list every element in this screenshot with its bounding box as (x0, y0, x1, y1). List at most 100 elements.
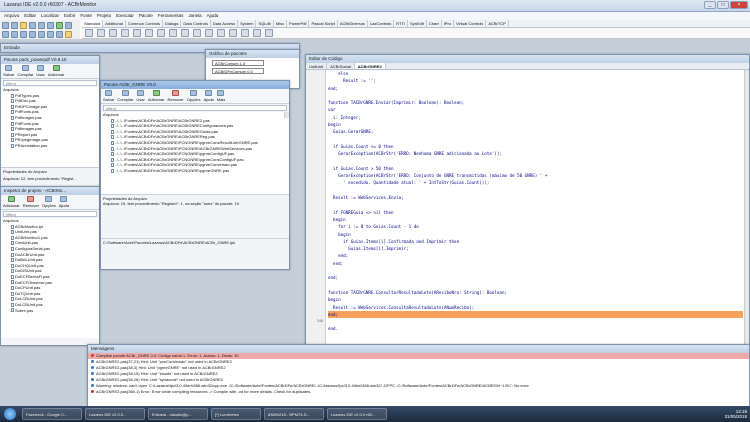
code-line[interactable]: Result := ''; (328, 77, 743, 84)
code-line[interactable]: end; (328, 252, 743, 259)
menu-ajuda[interactable]: Ajuda (207, 12, 219, 20)
code-line[interactable] (328, 92, 743, 99)
code-line[interactable]: GerarException(ACBrStr('ERRO: Conjunto d… (328, 172, 743, 179)
use-button[interactable]: Usar (36, 65, 45, 77)
palette-tab[interactable]: IPro (442, 20, 455, 27)
taskbar-item[interactable]: Lazarus IDE v2.0.0... (85, 408, 145, 420)
code-line[interactable]: if FGNREGuia <> nil then (328, 209, 743, 216)
code-lines[interactable]: else Result := ''; end; function TACBrGNRE… (328, 70, 743, 361)
palette-tab[interactable]: Virtual Controls (454, 20, 487, 27)
code-line[interactable]: if Guias.Count <= 0 then (328, 143, 743, 150)
component-icon[interactable] (157, 29, 165, 37)
menu-fonte[interactable]: Fonte (80, 12, 92, 20)
save-all-icon[interactable] (38, 22, 45, 29)
code-line[interactable]: Result := WebServices.Envia; (328, 194, 743, 201)
palette-tab[interactable]: Data Controls (181, 20, 211, 27)
code-line[interactable] (328, 187, 743, 194)
compile-button[interactable]: Compilar (117, 90, 133, 102)
code-line[interactable]: ' excedido. Quantidade atual: ' + IntToS… (328, 179, 743, 186)
tree-scrollbar[interactable] (284, 112, 289, 118)
close-icon[interactable]: × (730, 1, 748, 9)
code-line[interactable] (328, 318, 743, 325)
palette-tab[interactable]: SynEdit (408, 20, 427, 27)
help-button[interactable]: Ajuda (59, 196, 69, 208)
palette-tab[interactable]: SQLdb (256, 20, 274, 27)
palette-tab[interactable]: ACBrTCP (486, 20, 509, 27)
run-icon[interactable] (56, 22, 63, 29)
new-unit-icon[interactable] (2, 22, 9, 29)
code-line[interactable]: end; (328, 274, 743, 281)
palette-tab[interactable]: ACBrDiversos (338, 20, 368, 27)
palette-tab[interactable]: PowerPdf (287, 20, 310, 27)
step-out-icon[interactable] (29, 31, 36, 38)
project-icon[interactable] (65, 31, 72, 38)
view-units-icon[interactable] (38, 31, 45, 38)
code-line[interactable]: if Guias.Items[i].Confirmada and Imprimi… (328, 238, 743, 245)
remove-button[interactable]: Remover (23, 196, 39, 208)
code-line[interactable]: if Guias.Count > 50 then (328, 165, 743, 172)
component-icon[interactable] (145, 29, 153, 37)
minimize-icon[interactable]: _ (704, 1, 716, 9)
tab-acbrgnre2[interactable]: ACBrGNRE2 (354, 63, 386, 69)
graph-node[interactable]: ACBrComum 1.0 (212, 60, 264, 66)
system-clock[interactable]: 13:19 31/05/2019 (724, 409, 747, 419)
options-button[interactable]: Opções (42, 196, 56, 208)
palette-tab[interactable]: Standard (82, 20, 104, 27)
menu-projeto[interactable]: Projeto (97, 12, 111, 20)
help-button[interactable]: Ajuda (204, 90, 214, 102)
taskbar-item[interactable]: Facebook - Google C... (22, 408, 82, 420)
start-button-icon[interactable] (4, 408, 16, 420)
tree-file[interactable]: Sobre.pas (3, 308, 99, 314)
new-form-icon[interactable] (11, 22, 18, 29)
use-button[interactable]: Usar (136, 90, 145, 102)
code-line[interactable]: var (328, 106, 743, 113)
taskbar-item[interactable]: 83894218 - BPM75-D... (264, 408, 324, 420)
pointer-icon[interactable] (85, 29, 93, 37)
palette-tab[interactable]: Common Controls (126, 20, 164, 27)
view-forms-icon[interactable] (47, 31, 54, 38)
code-line[interactable]: i: Integer; (328, 114, 743, 121)
menu-exibir[interactable]: Exibir (64, 12, 75, 20)
component-icon[interactable] (253, 29, 261, 37)
more-button[interactable]: Mais (217, 90, 225, 102)
save-button[interactable]: Salvar (103, 90, 114, 102)
code-line[interactable] (328, 136, 743, 143)
component-icon[interactable] (169, 29, 177, 37)
add-button[interactable]: Adicionar (48, 65, 65, 77)
code-line[interactable]: begin (328, 216, 743, 223)
code-line[interactable] (328, 267, 743, 274)
filter-input[interactable]: (filtro) (3, 211, 97, 217)
remove-button[interactable]: Remover (168, 90, 184, 102)
palette-tab[interactable]: Chart (427, 20, 442, 27)
component-icon[interactable] (121, 29, 129, 37)
code-line[interactable]: else (328, 70, 743, 77)
taskbar-item[interactable]: [*] Lombretes (211, 408, 261, 420)
tab-unitunit[interactable]: UnitUnit (306, 63, 328, 69)
palette-tab[interactable]: Data Access (211, 20, 239, 27)
code-line[interactable]: for i := 0 to Guias.Count - 1 do (328, 223, 743, 230)
tab-acbrsocial[interactable]: ACBrSocial (327, 63, 355, 69)
add-button[interactable]: Adicionar (3, 196, 20, 208)
code-line[interactable]: GerarException(ACBrStr('ERRO: Nenhuma GN… (328, 150, 743, 157)
code-line[interactable] (328, 158, 743, 165)
component-icon[interactable] (133, 29, 141, 37)
component-icon[interactable] (229, 29, 237, 37)
options-button[interactable]: Opções (187, 90, 201, 102)
code-line[interactable] (328, 201, 743, 208)
component-icon[interactable] (109, 29, 117, 37)
menu-editar[interactable]: Editar (24, 12, 36, 20)
palette-tab[interactable]: Dialogs (163, 20, 182, 27)
palette-tab[interactable]: RTTI (394, 20, 409, 27)
save-button[interactable]: Salvar (3, 65, 14, 77)
code-line[interactable]: begin (328, 121, 743, 128)
palette-tab[interactable]: Pascal Script (309, 20, 338, 27)
code-line[interactable]: begin (328, 296, 743, 303)
code-line[interactable]: end; (328, 260, 743, 267)
palette-tab[interactable]: Additional (103, 20, 126, 27)
menu-pacote[interactable]: Pacote (139, 12, 153, 20)
tree-file[interactable]: PRAnnotation.pas (3, 143, 99, 149)
maximize-icon[interactable]: □ (717, 1, 729, 9)
close-file-icon[interactable] (47, 22, 54, 29)
menu-executar[interactable]: Executar (116, 12, 134, 20)
step-over-icon[interactable] (20, 31, 27, 38)
